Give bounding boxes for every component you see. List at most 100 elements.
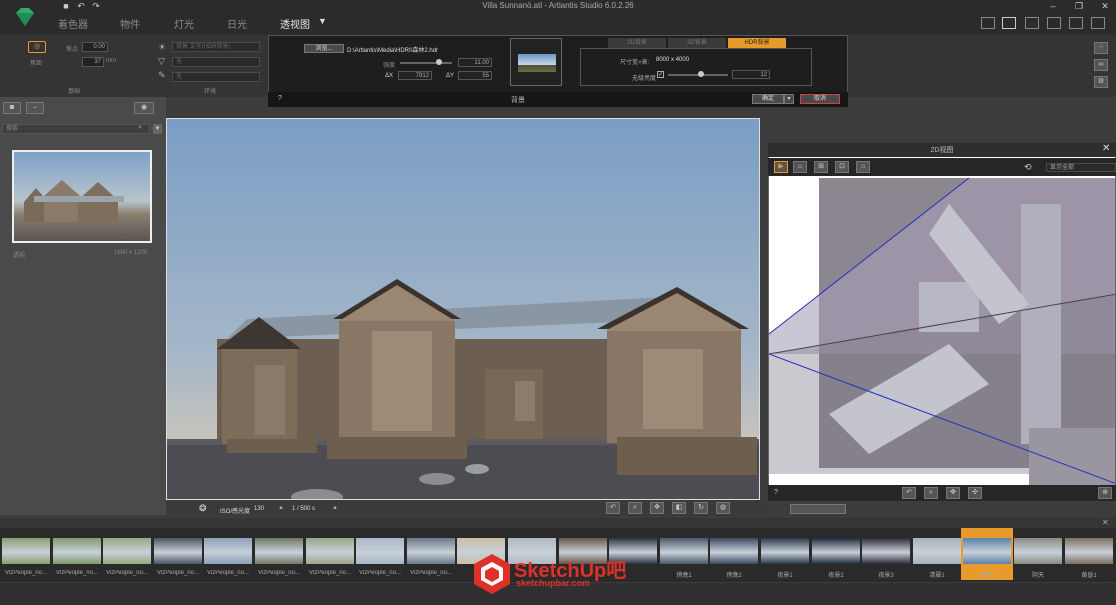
hdri-thumbnail[interactable]	[1014, 538, 1062, 564]
window-layout-icon[interactable]	[1025, 17, 1039, 29]
hdri-thumbnail[interactable]	[306, 538, 354, 564]
filter-dropdown-icon[interactable]: ▼	[153, 124, 162, 134]
ok-button[interactable]: 确定	[752, 94, 784, 104]
ok-dropdown-button[interactable]: ▾	[784, 94, 794, 104]
pan-icon[interactable]: ✥	[650, 502, 664, 514]
add-camera-icon[interactable]: ◙	[3, 102, 21, 114]
focus-icon[interactable]: ◎	[28, 41, 46, 53]
hdri-thumbnail[interactable]	[660, 538, 708, 564]
background-select[interactable]: 背景 文字(HDR背景)	[172, 42, 260, 52]
blur-slider-handle[interactable]	[698, 71, 704, 77]
cart-icon[interactable]	[981, 17, 995, 29]
close-button[interactable]: ✕	[1098, 1, 1112, 11]
hdr-preview-frame[interactable]	[510, 38, 562, 86]
zoom-slider[interactable]	[790, 504, 846, 514]
view-2d-close-icon[interactable]: ✕	[1102, 143, 1110, 154]
tab-perspectives[interactable]: 透视图	[280, 16, 310, 31]
view-2d-help-icon[interactable]: ?	[774, 489, 778, 496]
aperture-icon[interactable]: ❂	[199, 503, 207, 514]
view-2d-pan-icon[interactable]: ✥	[946, 487, 960, 499]
link-icon[interactable]: ∞	[1094, 59, 1108, 71]
filter-icon[interactable]: ▽	[158, 56, 165, 67]
view-2d-mode-select[interactable]: 显示全部	[1046, 163, 1116, 172]
iso-value[interactable]: 130	[254, 506, 264, 512]
refresh-icon[interactable]: ↻	[694, 502, 708, 514]
intensity-slider[interactable]	[400, 62, 452, 64]
zoom-icon[interactable]: ⌕	[628, 502, 642, 514]
hdri-thumbnail[interactable]	[761, 538, 809, 564]
shutter-stepper-icon[interactable]: ▲	[332, 505, 338, 511]
tab-lights[interactable]: 灯光	[174, 16, 194, 31]
hdri-thumbnail[interactable]	[204, 538, 252, 564]
hdri-label: VizPeople_no...	[5, 570, 47, 576]
intensity-slider-handle[interactable]	[436, 59, 442, 65]
minimize-button[interactable]: –	[1046, 1, 1060, 11]
hdri-thumbnail[interactable]	[812, 538, 860, 564]
dy-value[interactable]: 55	[458, 71, 492, 80]
brush-icon[interactable]: ✎	[158, 70, 166, 81]
split-view-icon[interactable]: ◧	[672, 502, 686, 514]
view-2d-zoom-icon[interactable]: ⌕	[924, 487, 938, 499]
render-icon[interactable]	[1069, 17, 1083, 29]
hdri-label: VizPeople_no...	[258, 570, 300, 576]
export-icon[interactable]	[1091, 17, 1105, 29]
chevron-down-icon[interactable]: ▼	[318, 16, 327, 26]
eye-icon[interactable]: ◉	[134, 102, 154, 114]
view-2d-expand-icon[interactable]: ⊕	[1098, 487, 1112, 499]
tab-hdr-background[interactable]: HDR背景	[728, 38, 786, 48]
tab-shaders[interactable]: 着色器	[58, 16, 88, 31]
hdri-thumbnail[interactable]	[710, 538, 758, 564]
select-icon[interactable]: ▶	[774, 161, 788, 173]
camera-icon[interactable]	[1047, 17, 1061, 29]
tab-3d-background[interactable]: 3D背景	[668, 38, 726, 48]
hdri-thumbnail[interactable]	[53, 538, 101, 564]
hdri-thumbnail[interactable]	[1065, 538, 1113, 564]
environment-select[interactable]: 无	[172, 57, 260, 67]
hdri-thumbnail[interactable]	[356, 538, 404, 564]
hdri-thumbnail[interactable]	[862, 538, 910, 564]
library-close-icon[interactable]: ✕	[1102, 518, 1109, 527]
globe-icon[interactable]: ◍	[716, 502, 730, 514]
dx-value[interactable]: 7912	[398, 71, 432, 80]
search-icon[interactable]: ⌕	[138, 124, 142, 132]
hdri-thumbnail[interactable]	[2, 538, 50, 564]
tab-2d-background[interactable]: 2D背景	[608, 38, 666, 48]
search-input[interactable]: 搜索	[2, 124, 150, 134]
undo-view-icon[interactable]: ↶	[606, 502, 620, 514]
tab-objects[interactable]: 物件	[120, 16, 140, 31]
hdri-thumbnail[interactable]	[154, 538, 202, 564]
sun-icon[interactable]: ☀	[158, 42, 166, 53]
layout-icon[interactable]	[1002, 17, 1016, 29]
maximize-button[interactable]: ❐	[1072, 1, 1086, 11]
grid-icon[interactable]: ⁘	[1094, 42, 1108, 54]
settings-icon[interactable]: ⚙	[1094, 76, 1108, 88]
view-2d-window[interactable]	[768, 143, 1116, 501]
view-2d-fit-icon[interactable]: ✣	[968, 487, 982, 499]
sync-icon[interactable]: ⟲	[1024, 162, 1032, 173]
hdri-thumbnail[interactable]	[103, 538, 151, 564]
hdri-thumbnail[interactable]	[255, 538, 303, 564]
tab-heliodons[interactable]: 日光	[227, 16, 247, 31]
view-2d-undo-icon[interactable]: ↶	[902, 487, 916, 499]
perspective-thumbnail[interactable]	[12, 150, 152, 243]
house-view-icon[interactable]: ⌂	[856, 161, 870, 173]
browse-button[interactable]: 浏览...	[304, 44, 344, 53]
hdri-thumbnail[interactable]	[407, 538, 455, 564]
remove-button[interactable]: –	[26, 102, 44, 114]
iso-stepper-icon[interactable]: ▲	[278, 505, 284, 511]
top-view-icon[interactable]: ⌂	[793, 161, 807, 173]
hdri-label: 夜景2	[828, 573, 844, 579]
render-viewport[interactable]	[166, 118, 760, 500]
hdri-thumbnail[interactable]	[913, 538, 961, 564]
front-view-icon[interactable]: ⊞	[814, 161, 828, 173]
light-value[interactable]: 0.00	[82, 42, 108, 52]
shutter-value[interactable]: 1 / 500 s	[292, 506, 315, 512]
blur-checkbox[interactable]: ✓	[657, 71, 664, 78]
lens-value[interactable]: 37	[82, 57, 104, 67]
intensity-value[interactable]: 11.00	[458, 58, 492, 67]
cancel-button[interactable]: 取消	[800, 94, 840, 104]
side-view-icon[interactable]: ⊡	[835, 161, 849, 173]
blur-value[interactable]: 12	[732, 70, 770, 79]
hdri-thumbnail[interactable]	[963, 538, 1011, 564]
foreground-select[interactable]: 无	[172, 72, 260, 82]
